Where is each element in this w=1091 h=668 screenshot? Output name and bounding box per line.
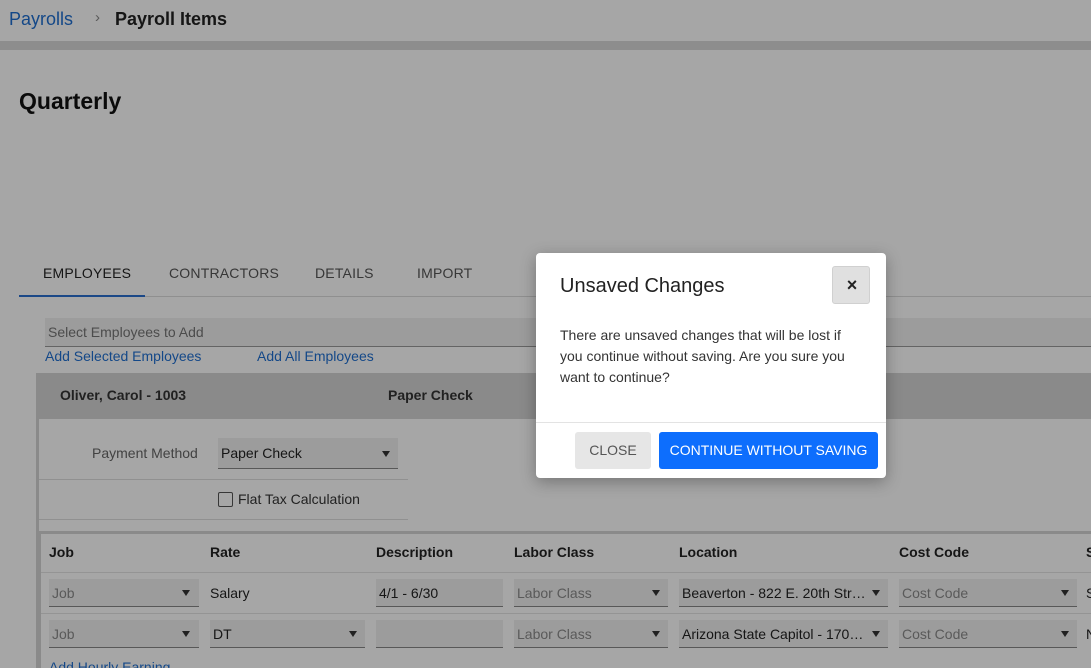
close-icon: × [846, 275, 858, 295]
dialog-close-button[interactable]: × [832, 266, 870, 304]
dialog-title: Unsaved Changes [560, 275, 725, 297]
dialog-footer-divider [536, 422, 886, 423]
continue-button-label: CONTINUE WITHOUT SAVING [669, 442, 868, 458]
close-button[interactable]: CLOSE [575, 432, 651, 469]
unsaved-changes-dialog: Unsaved Changes × There are unsaved chan… [536, 253, 886, 478]
continue-without-saving-button[interactable]: CONTINUE WITHOUT SAVING [659, 432, 878, 469]
dialog-message: There are unsaved changes that will be l… [560, 327, 845, 385]
close-button-label: CLOSE [589, 442, 637, 458]
